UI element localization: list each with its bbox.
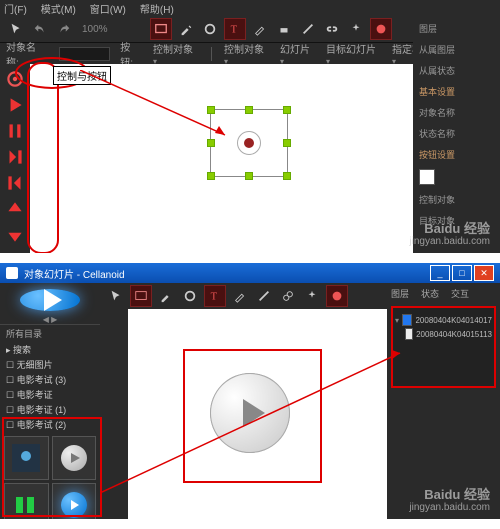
brush-tool-icon[interactable]: [250, 19, 270, 39]
cursor-tool-icon[interactable]: [6, 19, 26, 39]
side-up-icon[interactable]: [4, 198, 26, 220]
palette-tool-icon[interactable]: [326, 285, 348, 307]
wand-tool-icon[interactable]: [346, 19, 366, 39]
close-button[interactable]: ✕: [474, 265, 494, 281]
folder-item-2[interactable]: ☐ 电影考试 (3): [0, 372, 100, 387]
text-tool-icon[interactable]: T: [224, 18, 246, 40]
side-prev-icon[interactable]: [4, 172, 26, 194]
canvas[interactable]: [128, 309, 387, 519]
side-trash-icon[interactable]: [4, 250, 26, 253]
folder-item-4[interactable]: ☐ 电影考证 (1): [0, 402, 100, 417]
tab-layer[interactable]: 图层: [391, 287, 409, 300]
palette-tool-icon[interactable]: [370, 18, 392, 40]
editor-toolbar: T: [100, 283, 387, 310]
folder-item-3[interactable]: ☐ 电影考证: [0, 387, 100, 402]
panel-color-row[interactable]: [419, 169, 494, 185]
right-panel: 图层 状态 交互 ▾20080404K04014017 20080404K040…: [387, 283, 500, 519]
tab-inter[interactable]: 交互: [451, 287, 469, 300]
annotation-oval-strip: [27, 62, 59, 253]
right-panel: 图层 从属图层 从属状态 基本设置 对象名称 状态名称 按钮设置 控制对象 目标…: [413, 16, 500, 253]
cursor-tool-icon[interactable]: [106, 286, 126, 306]
side-pause-icon[interactable]: [4, 120, 26, 142]
minimize-button[interactable]: _: [430, 265, 450, 281]
menu-mode[interactable]: 模式(M): [41, 1, 76, 16]
mid-tool-strip: [100, 309, 128, 519]
panel-btnset-label: 按钮设置: [419, 148, 494, 161]
panel-fromstate[interactable]: 从属状态: [419, 64, 494, 77]
line-tool-icon[interactable]: [298, 19, 318, 39]
undo-icon[interactable]: [30, 19, 50, 39]
brush-tool-icon[interactable]: [230, 286, 250, 306]
panel-state[interactable]: 状态名称: [419, 127, 494, 140]
layer-tree: ▾20080404K04014017 20080404K04015113: [391, 306, 496, 388]
big-play-button[interactable]: [20, 289, 80, 311]
menu-bar: 门(F) 模式(M) 窗口(W) 帮助(H): [0, 0, 500, 16]
menu-help[interactable]: 帮助(H): [140, 1, 174, 16]
eraser-tool-icon[interactable]: [274, 19, 294, 39]
button-tool-icon[interactable]: [200, 19, 220, 39]
left-tool-strip: [0, 64, 30, 253]
redo-icon[interactable]: [54, 19, 74, 39]
link-tool-icon[interactable]: [322, 19, 342, 39]
watermark: Baidu 经验jingyan.baidu.com: [409, 222, 490, 247]
folders-header: 所有目录: [0, 324, 100, 342]
window-title: 对象幻灯片 - Cellanoid: [24, 266, 125, 281]
menu-window[interactable]: 窗口(W): [90, 1, 126, 16]
tree-node-1[interactable]: ▾20080404K04014017: [395, 314, 492, 326]
svg-text:T: T: [211, 292, 218, 303]
side-next-icon[interactable]: [4, 146, 26, 168]
button-object-icon[interactable]: [237, 131, 261, 155]
pen-tool-icon[interactable]: [176, 19, 196, 39]
target-object[interactable]: [210, 109, 288, 177]
button-tooltip: 控制与按钮: [53, 66, 111, 85]
panel-ctrlobj[interactable]: 控制对象: [419, 193, 494, 206]
slideshow-tool-icon[interactable]: [150, 18, 172, 40]
side-play-icon[interactable]: [4, 94, 26, 116]
screenshot-2: 对象幻灯片 - Cellanoid _ □ ✕ ◀ ▶ 所有目录 ▸ 搜索 ☐ …: [0, 263, 500, 519]
slideshow-tool-icon[interactable]: [130, 285, 152, 307]
text-tool-icon[interactable]: T: [204, 285, 226, 307]
panel-fromlayer[interactable]: 从属图层: [419, 43, 494, 56]
tab-state[interactable]: 状态: [421, 287, 439, 300]
svg-text:T: T: [230, 25, 237, 36]
button-tool-icon[interactable]: [180, 286, 200, 306]
folder-search[interactable]: ▸ 搜索: [0, 342, 100, 357]
panel-basic-label: 基本设置: [419, 85, 494, 98]
pen-tool-icon[interactable]: [156, 286, 176, 306]
app-icon: [6, 267, 18, 279]
panel-objname[interactable]: 对象名称: [419, 106, 494, 119]
canvas-play-object: [210, 373, 290, 453]
maximize-button[interactable]: □: [452, 265, 472, 281]
zoom-label[interactable]: 100%: [82, 24, 108, 35]
editor-area: T: [100, 283, 387, 519]
side-down-icon[interactable]: [4, 224, 26, 246]
window-titlebar: 对象幻灯片 - Cellanoid _ □ ✕: [0, 263, 500, 283]
annotation-box-thumbs: [2, 417, 102, 517]
wand-tool-icon[interactable]: [302, 286, 322, 306]
watermark: Baidu 经验jingyan.baidu.com: [409, 488, 490, 513]
panel-layer-header[interactable]: 图层: [419, 22, 494, 35]
link-tool-icon[interactable]: [278, 286, 298, 306]
folder-item-1[interactable]: ☐ 无细图片: [0, 357, 100, 372]
menu-file[interactable]: 门(F): [4, 1, 27, 16]
screenshot-1: 门(F) 模式(M) 窗口(W) 帮助(H) 100% T 对象名称: 按钮: …: [0, 0, 500, 253]
tree-node-2[interactable]: 20080404K04015113: [405, 328, 492, 340]
canvas-area[interactable]: [30, 64, 425, 253]
line-tool-icon[interactable]: [254, 286, 274, 306]
